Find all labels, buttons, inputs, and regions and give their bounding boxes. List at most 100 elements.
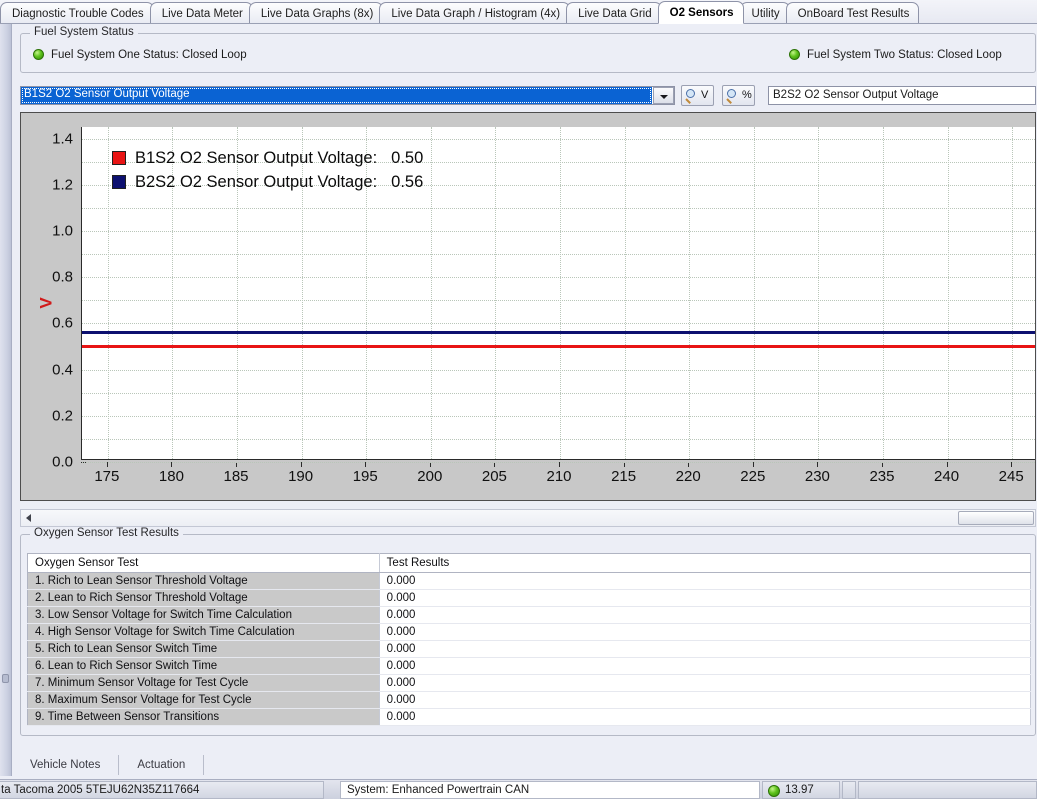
magnifier-icon bbox=[726, 89, 740, 104]
table-row[interactable]: 3. Low Sensor Voltage for Switch Time Ca… bbox=[27, 606, 1032, 624]
table-row[interactable]: 7. Minimum Sensor Voltage for Test Cycle… bbox=[27, 674, 1032, 692]
x-axis-tick-label: 235 bbox=[869, 468, 895, 485]
gridline-vertical bbox=[107, 127, 109, 459]
sensor-select-combobox[interactable]: B1S2 O2 Sensor Output Voltage bbox=[20, 86, 675, 105]
secondary-sensor-field[interactable]: B2S2 O2 Sensor Output Voltage bbox=[768, 86, 1036, 105]
x-axis-tick-mark bbox=[559, 462, 560, 467]
chevron-down-icon[interactable] bbox=[653, 87, 674, 104]
x-axis-tick-label: 200 bbox=[417, 468, 443, 485]
tab-o2-sensors[interactable]: O2 Sensors bbox=[657, 1, 744, 24]
fuel-system-two-led-icon bbox=[789, 49, 800, 60]
test-name-cell: 6. Lean to Rich Sensor Switch Time bbox=[27, 657, 380, 675]
status-bar: ta Tacoma 2005 5TEJU62N35Z117664 System:… bbox=[0, 779, 1037, 799]
test-name-cell: 3. Low Sensor Voltage for Switch Time Ca… bbox=[27, 606, 380, 624]
table-row[interactable]: 1. Rich to Lean Sensor Threshold Voltage… bbox=[27, 572, 1032, 590]
x-axis-tick-mark bbox=[365, 462, 367, 467]
table-column-header[interactable]: Test Results bbox=[379, 553, 1032, 573]
x-axis-tick-label: 230 bbox=[804, 468, 830, 485]
bottom-tab-vehicle-notes[interactable]: Vehicle Notes bbox=[12, 755, 120, 775]
gridline-horizontal bbox=[82, 392, 1035, 394]
x-axis-tick-mark bbox=[429, 462, 431, 467]
gridline-vertical bbox=[560, 127, 561, 459]
battery-led-icon bbox=[768, 785, 780, 797]
test-result-cell: 0.000 bbox=[379, 640, 1032, 658]
zoom-voltage-button[interactable]: V bbox=[681, 85, 714, 106]
test-name-cell: 2. Lean to Rich Sensor Threshold Voltage bbox=[27, 589, 380, 607]
x-axis-tick-mark bbox=[688, 462, 690, 467]
zoom-percent-button[interactable]: % bbox=[722, 85, 755, 106]
sensor-select-value[interactable]: B1S2 O2 Sensor Output Voltage bbox=[21, 87, 652, 104]
gridline-horizontal bbox=[82, 230, 1035, 232]
x-axis-tick-label: 220 bbox=[675, 468, 701, 485]
tab-label: OnBoard Test Results bbox=[797, 8, 910, 20]
tab-utility[interactable]: Utility bbox=[739, 2, 790, 23]
tab-live-data-meter[interactable]: Live Data Meter bbox=[149, 2, 253, 23]
status-spacer-two bbox=[858, 781, 1037, 799]
x-axis-tick-mark bbox=[300, 462, 302, 467]
y-axis-tick-label: 1.4 bbox=[52, 130, 73, 148]
table-row[interactable]: 9. Time Between Sensor Transitions 0.000 bbox=[27, 708, 1032, 726]
test-result-cell: 0.000 bbox=[379, 674, 1032, 692]
test-result-cell: 0.000 bbox=[379, 589, 1032, 607]
gridline-horizontal bbox=[82, 138, 1035, 140]
gridline-vertical bbox=[689, 127, 691, 459]
legend-color-swatch bbox=[112, 151, 126, 165]
x-axis-tick-mark bbox=[623, 462, 625, 467]
legend-label: B2S2 O2 Sensor Output Voltage: bbox=[135, 173, 378, 191]
x-axis-tick-mark bbox=[946, 462, 948, 467]
legend-label: B1S2 O2 Sensor Output Voltage: bbox=[135, 149, 378, 167]
gridline-vertical bbox=[624, 127, 626, 459]
y-axis-tick-label: 0.8 bbox=[52, 268, 73, 286]
x-axis-tick-label: 245 bbox=[998, 468, 1024, 485]
left-splitter-rail[interactable] bbox=[0, 24, 12, 776]
magnifier-icon bbox=[685, 89, 699, 104]
chart-horizontal-scrollbar[interactable] bbox=[20, 509, 1036, 527]
tab-live-data-graphs-8x[interactable]: Live Data Graphs (8x) bbox=[248, 2, 384, 23]
table-row[interactable]: 4. High Sensor Voltage for Switch Time C… bbox=[27, 623, 1032, 641]
x-axis-tick-label: 215 bbox=[611, 468, 637, 485]
table-row[interactable]: 8. Maximum Sensor Voltage for Test Cycle… bbox=[27, 691, 1032, 709]
battery-voltage-value: 13.97 bbox=[785, 784, 814, 796]
tab-diagnostic-trouble-codes[interactable]: Diagnostic Trouble Codes bbox=[0, 2, 154, 23]
tab-live-data-graph-histogram-4x[interactable]: Live Data Graph / Histogram (4x) bbox=[379, 2, 571, 23]
x-axis-tick-mark bbox=[817, 462, 819, 467]
x-axis-tick-label: 190 bbox=[288, 468, 314, 485]
x-axis-tick-label: 205 bbox=[481, 468, 507, 485]
chart-plot-area[interactable]: B1S2 O2 Sensor Output Voltage: 0.50 B2S2 O… bbox=[81, 127, 1035, 463]
gridline-vertical bbox=[495, 127, 497, 459]
chart-y-axis-label: V bbox=[36, 297, 56, 309]
table-column-header[interactable]: Oxygen Sensor Test bbox=[27, 553, 380, 573]
gridline-vertical bbox=[947, 127, 949, 459]
tab-onboard-test-results[interactable]: OnBoard Test Results bbox=[785, 2, 920, 23]
gridline-horizontal bbox=[82, 254, 1035, 256]
legend-color-swatch bbox=[112, 175, 126, 189]
x-axis-tick-label: 175 bbox=[94, 468, 120, 485]
bottom-tab-strip: Vehicle Notes Actuation bbox=[12, 755, 1037, 779]
gridline-vertical bbox=[430, 127, 432, 459]
gridline-vertical bbox=[1012, 127, 1014, 459]
y-axis-tick-label: 0.6 bbox=[52, 314, 73, 332]
test-result-cell: 0.000 bbox=[379, 708, 1032, 726]
chart-legend: B1S2 O2 Sensor Output Voltage: 0.50 B2S2 O… bbox=[112, 149, 423, 197]
tab-label: Utility bbox=[751, 8, 780, 20]
tab-live-data-grid[interactable]: Live Data Grid bbox=[566, 2, 662, 23]
x-axis-tick-label: 195 bbox=[352, 468, 378, 485]
o2-sensor-chart-panel: V 0.0 0.2 0.4 0.6 0.8 1.0 1.2 1.4 175 180 185 190 1… bbox=[20, 112, 1036, 501]
fuel-system-status-group: Fuel System Status Fuel System One Statu… bbox=[20, 26, 1036, 73]
x-axis-tick-label: 180 bbox=[158, 468, 184, 485]
status-vehicle-info: ta Tacoma 2005 5TEJU62N35Z117664 bbox=[0, 781, 324, 799]
gridline-horizontal bbox=[82, 438, 1035, 440]
table-row[interactable]: 5. Rich to Lean Sensor Switch Time 0.000 bbox=[27, 640, 1032, 658]
legend-entry: B1S2 O2 Sensor Output Voltage: 0.50 bbox=[112, 149, 423, 173]
table-row[interactable]: 2. Lean to Rich Sensor Threshold Voltage… bbox=[27, 589, 1032, 607]
x-axis-tick-label: 210 bbox=[546, 468, 572, 485]
bottom-tab-actuation[interactable]: Actuation bbox=[119, 755, 205, 775]
table-row[interactable]: 6. Lean to Rich Sensor Switch Time 0.000 bbox=[27, 657, 1032, 675]
bottom-tab-label: Vehicle Notes bbox=[30, 759, 101, 771]
scrollbar-thumb[interactable] bbox=[958, 511, 1034, 525]
y-axis-tick-label: 0.4 bbox=[52, 361, 73, 379]
gridline-vertical bbox=[753, 127, 755, 459]
fuel-system-group-title: Fuel System Status bbox=[30, 26, 138, 38]
scroll-left-arrow-icon[interactable] bbox=[22, 511, 36, 525]
splitter-grip[interactable] bbox=[2, 674, 9, 683]
